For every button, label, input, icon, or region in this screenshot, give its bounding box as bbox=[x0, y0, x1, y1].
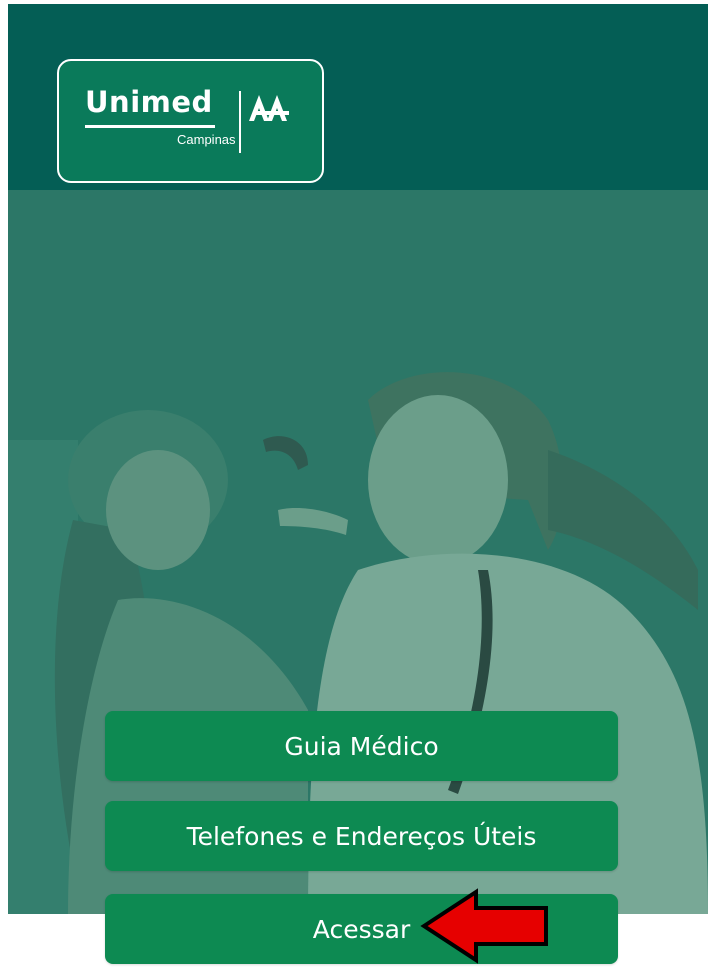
unimed-trees-icon bbox=[247, 91, 295, 129]
logo-wordmark: Unimed bbox=[85, 85, 213, 119]
guia-medico-label: Guia Médico bbox=[284, 731, 439, 761]
logo-underline bbox=[85, 125, 215, 128]
logo-region: Campinas bbox=[177, 132, 236, 147]
telefones-enderecos-button[interactable]: Telefones e Endereços Úteis bbox=[105, 801, 618, 871]
unimed-logo: Unimed Campinas bbox=[57, 59, 324, 183]
acessar-label: Acessar bbox=[312, 914, 411, 944]
logo-divider bbox=[239, 91, 241, 153]
left-arrow-icon bbox=[418, 886, 553, 968]
app-screen: Unimed Campinas Guia Médico Telefones e … bbox=[8, 4, 708, 968]
guia-medico-button[interactable]: Guia Médico bbox=[105, 711, 618, 781]
telefones-enderecos-label: Telefones e Endereços Úteis bbox=[186, 821, 537, 851]
app-header: Unimed Campinas bbox=[8, 4, 708, 190]
